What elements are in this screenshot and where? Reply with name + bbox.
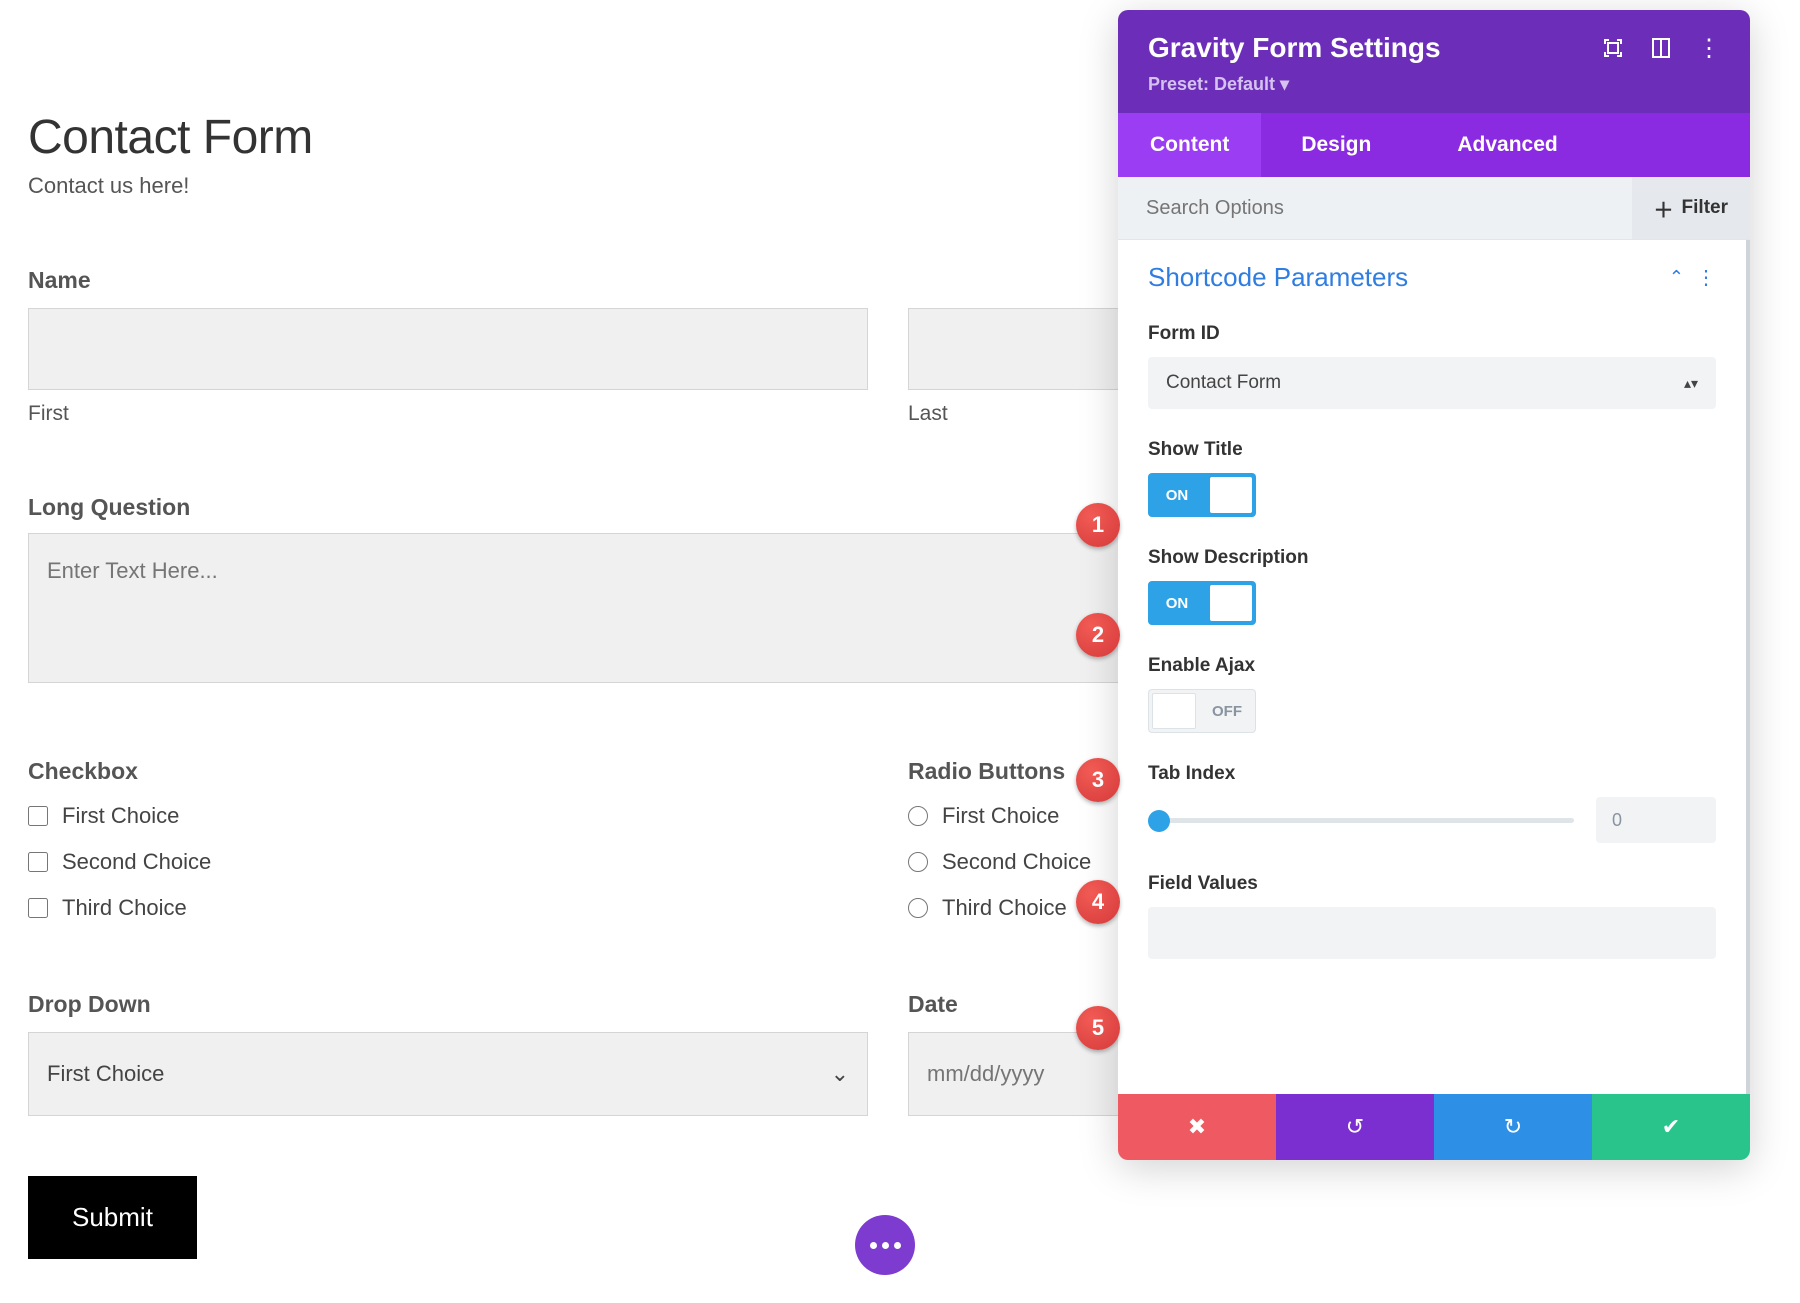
dropdown-select[interactable]: First Choice ⌄	[28, 1032, 868, 1116]
chevron-up-icon[interactable]: ⌃	[1669, 267, 1684, 288]
field-values-label: Field Values	[1148, 873, 1716, 895]
check-icon: ✔	[1662, 1114, 1680, 1140]
checkbox-option[interactable]: First Choice	[28, 803, 868, 829]
show-description-label: Show Description	[1148, 547, 1716, 569]
enable-ajax-toggle[interactable]: OFF	[1148, 689, 1256, 733]
chevron-down-icon: ⌄	[831, 1061, 849, 1087]
form-id-label: Form ID	[1148, 323, 1716, 345]
confirm-button[interactable]: ✔	[1592, 1094, 1750, 1160]
field-values-input[interactable]	[1148, 907, 1716, 959]
first-name-input[interactable]	[28, 308, 868, 390]
annotation-badge: 5	[1076, 1006, 1120, 1050]
search-input[interactable]	[1118, 177, 1632, 239]
checkbox-option[interactable]: Second Choice	[28, 849, 868, 875]
sort-icon: ▴▾	[1684, 375, 1698, 392]
annotation-badge: 1	[1076, 503, 1120, 547]
filter-button[interactable]: ＋ Filter	[1632, 177, 1750, 239]
enable-ajax-label: Enable Ajax	[1148, 655, 1716, 677]
layout-icon[interactable]	[1650, 37, 1672, 59]
submit-button[interactable]: Submit	[28, 1176, 197, 1259]
panel-title: Gravity Form Settings	[1148, 32, 1441, 64]
section-more-icon[interactable]: ⋮	[1696, 265, 1716, 290]
more-icon[interactable]: ⋮	[1698, 37, 1720, 59]
dropdown-label: Drop Down	[28, 991, 868, 1018]
expand-icon[interactable]	[1602, 37, 1624, 59]
checkbox-label: Checkbox	[28, 758, 868, 785]
annotation-badge: 3	[1076, 758, 1120, 802]
preset-dropdown[interactable]: Preset: Default ▾	[1148, 74, 1720, 95]
redo-icon: ↻	[1504, 1114, 1522, 1140]
show-title-toggle[interactable]: ON	[1148, 473, 1256, 517]
show-description-toggle[interactable]: ON	[1148, 581, 1256, 625]
show-title-label: Show Title	[1148, 439, 1716, 461]
slider-thumb[interactable]	[1148, 810, 1170, 832]
form-id-select[interactable]: Contact Form ▴▾	[1148, 357, 1716, 409]
fab-button[interactable]	[855, 1215, 915, 1275]
settings-panel: Gravity Form Settings ⋮ Preset: Default …	[1118, 10, 1750, 1160]
section-shortcode-parameters[interactable]: Shortcode Parameters	[1148, 262, 1408, 293]
plus-icon: ＋	[1654, 194, 1674, 223]
checkbox-option[interactable]: Third Choice	[28, 895, 868, 921]
tab-content[interactable]: Content	[1118, 113, 1261, 177]
annotation-badge: 4	[1076, 880, 1120, 924]
close-button[interactable]: ✖	[1118, 1094, 1276, 1160]
tab-design[interactable]: Design	[1269, 113, 1403, 177]
tab-index-label: Tab Index	[1148, 763, 1716, 785]
undo-button[interactable]: ↺	[1276, 1094, 1434, 1160]
undo-icon: ↺	[1346, 1114, 1364, 1140]
close-icon: ✖	[1188, 1114, 1206, 1140]
tab-advanced[interactable]: Advanced	[1425, 113, 1589, 177]
first-name-sublabel: First	[28, 402, 868, 426]
tab-index-value[interactable]: 0	[1596, 797, 1716, 843]
redo-button[interactable]: ↻	[1434, 1094, 1592, 1160]
annotation-badge: 2	[1076, 613, 1120, 657]
tab-index-slider[interactable]	[1148, 818, 1574, 823]
